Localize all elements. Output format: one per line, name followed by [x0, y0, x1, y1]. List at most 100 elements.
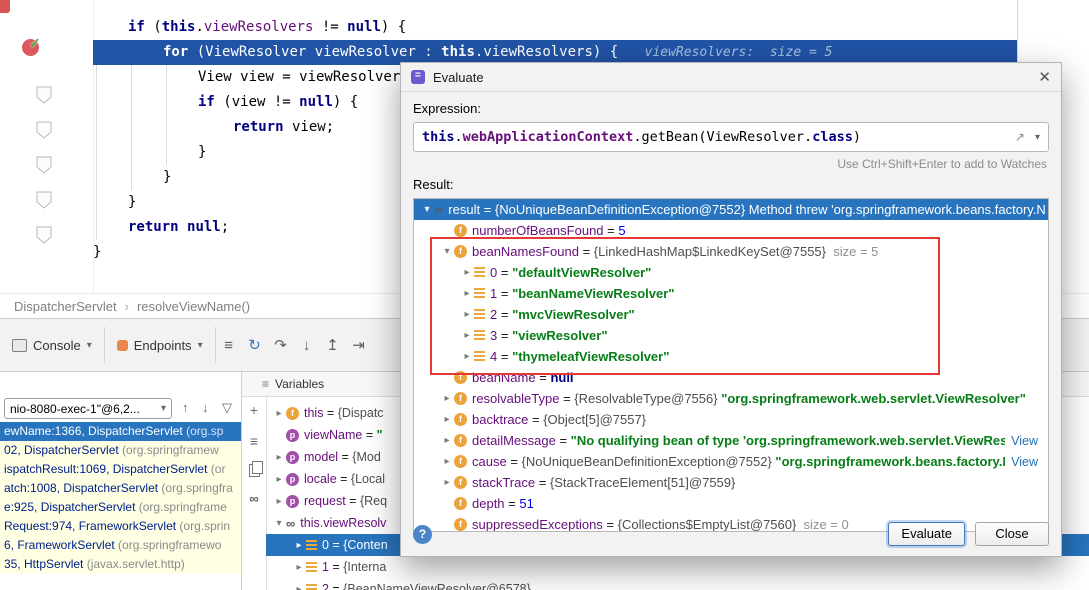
down-icon[interactable]: ↓ [202, 400, 209, 415]
frame-location: 35, HttpServlet [4, 557, 87, 571]
expander-icon[interactable]: ▾ [272, 518, 286, 529]
expander-icon[interactable]: ▾ [420, 204, 434, 215]
stack-frame[interactable]: e:925, DispatcherServlet (org.springfram… [0, 498, 241, 517]
code-line: return view; [233, 115, 334, 140]
result-row[interactable]: ▸fbacktrace = {Object[5]@7557} [414, 409, 1048, 430]
stack-frame[interactable]: atch:1008, DispatcherServlet (org.spring… [0, 479, 241, 498]
expander-icon[interactable]: ▸ [460, 288, 474, 299]
expander-icon[interactable]: ▸ [440, 435, 454, 446]
result-row[interactable]: fbeanName = null [414, 367, 1048, 388]
close-button[interactable]: Close [975, 522, 1049, 546]
rerun-icon[interactable]: ↻ [242, 336, 268, 354]
result-tree[interactable]: ▾∞result = {NoUniqueBeanDefinitionExcept… [413, 198, 1049, 532]
breadcrumb-separator-icon: › [125, 299, 129, 314]
dialog-titlebar[interactable]: Evaluate ✕ [401, 63, 1061, 92]
watch-icon: ∞ [286, 517, 295, 530]
endpoints-icon [117, 340, 128, 351]
result-row[interactable]: ▸fstackTrace = {StackTraceElement[51]@75… [414, 472, 1048, 493]
field-icon: f [286, 407, 299, 420]
expander-icon[interactable]: ▸ [292, 540, 306, 551]
stack-frame[interactable]: Request:974, FrameworkServlet (org.sprin [0, 517, 241, 536]
frame-package: (org.springframewo [118, 538, 221, 552]
expander-icon[interactable]: ▸ [272, 408, 286, 419]
step-over-icon[interactable]: ↷ [268, 336, 294, 354]
copy-icon[interactable] [249, 464, 260, 477]
frame-location: atch:1008, DispatcherServlet [4, 481, 161, 495]
expander-icon[interactable]: ▸ [292, 562, 306, 573]
bookmark-icon [36, 121, 52, 144]
filter-icon[interactable]: ▽ [222, 400, 232, 416]
expression-input[interactable]: this.webApplicationContext.getBean(ViewR… [413, 122, 1049, 152]
result-row[interactable]: ▸2 = "mvcViewResolver" [414, 304, 1048, 325]
breadcrumb-method[interactable]: resolveViewName() [137, 299, 250, 314]
result-row[interactable]: ▸4 = "thymeleafViewResolver" [414, 346, 1048, 367]
list-item-icon [306, 562, 317, 573]
result-row[interactable]: ▸fcause = {NoUniqueBeanDefinitionExcepti… [414, 451, 1048, 472]
expander-icon[interactable]: ▸ [272, 496, 286, 507]
view-link[interactable]: View [1005, 455, 1038, 469]
result-row[interactable]: ▾∞result = {NoUniqueBeanDefinitionExcept… [414, 199, 1048, 220]
view-link[interactable]: View [1005, 434, 1038, 448]
result-row[interactable]: fdepth = 51 [414, 493, 1048, 514]
field-icon: f [454, 476, 467, 489]
expander-icon[interactable]: ▸ [440, 414, 454, 425]
evaluate-button[interactable]: Evaluate [888, 522, 965, 546]
expander-icon[interactable]: ▾ [440, 246, 454, 257]
result-row[interactable]: ▸1 = "beanNameViewResolver" [414, 283, 1048, 304]
field-icon: f [454, 497, 467, 510]
step-into-icon[interactable]: ↓ [294, 337, 320, 354]
stack-frame[interactable]: 6, FrameworkServlet (org.springframewo [0, 536, 241, 555]
expander-icon[interactable]: ▸ [440, 393, 454, 404]
expander-icon[interactable]: ▸ [292, 584, 306, 590]
menu-icon[interactable]: ≡ [250, 433, 258, 449]
field-icon: f [454, 392, 467, 405]
close-icon[interactable]: ✕ [1038, 68, 1051, 86]
result-row[interactable]: ▸fdetailMessage = "No qualifying bean of… [414, 430, 1048, 451]
field-icon: f [454, 434, 467, 447]
variables-toolbar: + ≡ ∞ [242, 396, 267, 590]
ide-corner-icon [0, 0, 10, 13]
step-out-icon[interactable]: ↥ [320, 336, 346, 354]
add-watch-icon[interactable]: + [250, 402, 258, 418]
thread-selector[interactable]: nio-8080-exec-1"@6,2... ▾ [4, 398, 172, 419]
stack-frame[interactable]: 02, DispatcherServlet (org.springframew [0, 441, 241, 460]
breakpoint-icon[interactable]: ✓ [22, 39, 39, 56]
stack-frame[interactable]: ispatchResult:1069, DispatcherServlet (o… [0, 460, 241, 479]
expander-icon[interactable]: ▸ [460, 309, 474, 320]
variable-row[interactable]: ▸1 = {Interna [266, 556, 1089, 578]
chevron-down-icon[interactable]: ▾ [1035, 132, 1040, 143]
expander-icon[interactable]: ▸ [272, 452, 286, 463]
expand-icon[interactable]: ↗ [1015, 130, 1025, 144]
expander-icon[interactable]: ▸ [460, 330, 474, 341]
tab-endpoints[interactable]: Endpoints ▾ [105, 319, 215, 371]
watch-icon[interactable]: ∞ [249, 492, 258, 505]
frame-location: e:925, DispatcherServlet [4, 500, 139, 514]
frame-location: ewName:1366, DispatcherServlet [4, 424, 186, 438]
breadcrumb-class[interactable]: DispatcherServlet [14, 299, 117, 314]
bookmark-icon [36, 86, 52, 109]
frame-package: (javax.servlet.http) [87, 557, 185, 571]
result-row[interactable]: fnumberOfBeansFound = 5 [414, 220, 1048, 241]
menu-icon[interactable]: ≡ [216, 337, 242, 354]
result-row[interactable]: ▸0 = "defaultViewResolver" [414, 262, 1048, 283]
result-row[interactable]: ▸3 = "viewResolver" [414, 325, 1048, 346]
expander-icon[interactable]: ▸ [440, 477, 454, 488]
up-icon[interactable]: ↑ [182, 400, 189, 415]
run-to-cursor-icon[interactable]: ⇥ [346, 336, 372, 354]
expander-icon[interactable]: ▸ [272, 474, 286, 485]
variable-row[interactable]: ▸2 = {BeanNameViewResolver@6578} [266, 578, 1089, 590]
stack-frame[interactable]: ewName:1366, DispatcherServlet (org.sp [0, 422, 241, 441]
code-line: if (view != null) { [198, 90, 358, 115]
result-row[interactable]: ▸fresolvableType = {ResolvableType@7556}… [414, 388, 1048, 409]
indent-guide [166, 65, 167, 165]
result-row[interactable]: ▾fbeanNamesFound = {LinkedHashMap$Linked… [414, 241, 1048, 262]
stack-frame[interactable]: 35, HttpServlet (javax.servlet.http) [0, 555, 241, 574]
watches-hint: Use Ctrl+Shift+Enter to add to Watches [415, 157, 1047, 171]
expander-icon[interactable]: ▸ [460, 351, 474, 362]
expander-icon[interactable]: ▸ [440, 456, 454, 467]
expander-icon[interactable]: ▸ [460, 267, 474, 278]
result-label: Result: [413, 177, 1049, 192]
help-icon[interactable]: ? [413, 525, 432, 544]
dialog-title: Evaluate [433, 70, 484, 85]
tab-console[interactable]: Console ▾ [0, 319, 104, 371]
